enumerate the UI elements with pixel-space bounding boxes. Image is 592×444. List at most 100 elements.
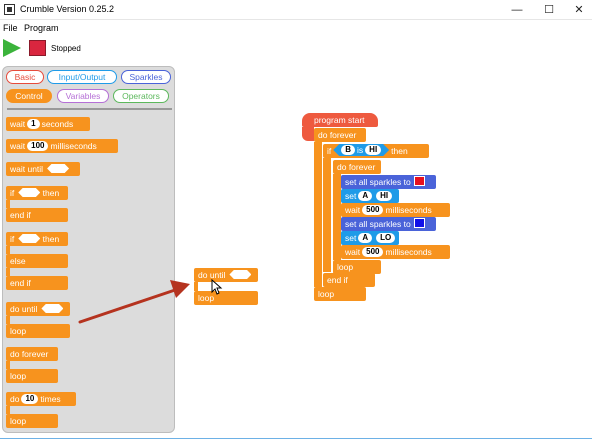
- block-arm: [314, 142, 322, 287]
- menu-program[interactable]: Program: [24, 23, 59, 33]
- do-forever-block[interactable]: do forever: [6, 347, 58, 361]
- wait-milliseconds-block[interactable]: wait 500 milliseconds: [341, 245, 450, 259]
- program-start-block[interactable]: program start: [302, 113, 378, 127]
- value-input[interactable]: LO: [376, 233, 396, 243]
- block-label: milliseconds: [50, 141, 97, 151]
- title-bar: Crumble Version 0.25.2 — ☐ ✕: [0, 0, 592, 20]
- else-block[interactable]: else: [6, 254, 68, 268]
- dragged-do-until-block[interactable]: do until: [194, 268, 258, 282]
- value-input[interactable]: HI: [365, 145, 381, 155]
- block-label: milliseconds: [385, 205, 432, 215]
- condition-slot[interactable]: [41, 304, 64, 313]
- loop-block[interactable]: loop: [314, 287, 366, 301]
- maximize-button[interactable]: ☐: [534, 0, 564, 20]
- condition-slot[interactable]: [18, 234, 41, 243]
- wait-seconds-block[interactable]: wait 1 seconds: [6, 117, 90, 131]
- block-arm: [6, 316, 10, 324]
- block-label: wait: [10, 119, 26, 129]
- block-label: do forever: [10, 349, 49, 359]
- wait-value-input[interactable]: 1: [27, 119, 40, 129]
- set-sparkles-block[interactable]: set all sparkles to: [341, 175, 436, 189]
- block-label: wait until: [10, 164, 44, 174]
- block-label: set all sparkles to: [345, 219, 411, 229]
- loop-block[interactable]: loop: [6, 324, 70, 338]
- condition-slot[interactable]: [47, 164, 70, 173]
- block-label: loop: [337, 262, 354, 272]
- bottom-edge: [0, 438, 592, 444]
- do-times-block[interactable]: do 10 times: [6, 392, 76, 406]
- block-label: if: [10, 234, 15, 244]
- condition-slot[interactable]: [229, 270, 252, 279]
- block-label: wait: [345, 205, 361, 215]
- loop-block[interactable]: loop: [333, 260, 381, 274]
- block-label: do until: [10, 304, 38, 314]
- dragged-loop-block[interactable]: loop: [194, 291, 258, 305]
- window-title: Crumble Version 0.25.2: [20, 4, 115, 14]
- wait-milliseconds-block[interactable]: wait 500 milliseconds: [341, 203, 450, 217]
- stop-icon[interactable]: [29, 40, 46, 56]
- category-basic[interactable]: Basic: [6, 70, 44, 84]
- set-variable-block[interactable]: set A HI: [341, 189, 399, 203]
- block-label: do: [10, 394, 20, 404]
- toolbar: Stopped: [0, 35, 592, 63]
- block-arm: [6, 246, 10, 254]
- block-label: set all sparkles to: [345, 177, 411, 187]
- menu-file[interactable]: File: [3, 23, 18, 33]
- if-block[interactable]: if Bis HI then: [323, 144, 429, 158]
- do-forever-block[interactable]: do forever: [333, 160, 381, 174]
- block-label: end if: [10, 210, 31, 220]
- category-control[interactable]: Control: [6, 89, 52, 103]
- value-input[interactable]: HI: [376, 191, 393, 201]
- block-arm: [6, 406, 10, 414]
- category-operators[interactable]: Operators: [113, 89, 169, 103]
- block-arm: [6, 361, 10, 369]
- times-value-input[interactable]: 10: [21, 394, 39, 404]
- condition-block[interactable]: Bis HI: [333, 144, 389, 156]
- category-variables[interactable]: Variables: [57, 89, 109, 103]
- end-if-block[interactable]: end if: [323, 273, 375, 287]
- loop-block[interactable]: loop: [6, 414, 58, 428]
- block-label: set: [345, 233, 357, 243]
- do-forever-block[interactable]: do forever: [314, 128, 366, 142]
- block-label: do until: [198, 270, 226, 280]
- do-until-block[interactable]: do until: [6, 302, 70, 316]
- run-status: Stopped: [51, 44, 81, 53]
- wait-ms-value-input[interactable]: 100: [27, 141, 49, 151]
- block-label: then: [42, 188, 60, 198]
- block-arm: [302, 127, 314, 141]
- block-label: then: [42, 234, 60, 244]
- block-label: end if: [10, 278, 31, 288]
- block-label: if: [10, 188, 15, 198]
- category-sparkles[interactable]: Sparkles: [121, 70, 171, 84]
- play-icon[interactable]: [3, 39, 21, 57]
- color-swatch[interactable]: [413, 218, 425, 228]
- wait-value-input[interactable]: 500: [362, 205, 384, 215]
- block-label: wait: [10, 141, 26, 151]
- block-label: loop: [10, 326, 27, 336]
- block-palette: Basic Input/Output Sparkles Control Vari…: [2, 66, 175, 433]
- block-label: seconds: [41, 119, 74, 129]
- block-label: end if: [327, 275, 348, 285]
- menu-bar: File Program: [0, 20, 592, 35]
- if-else-block[interactable]: if then: [6, 232, 68, 246]
- sensor-input[interactable]: B: [341, 145, 355, 155]
- end-if-block[interactable]: end if: [6, 208, 68, 222]
- if-then-block[interactable]: if then: [6, 186, 68, 200]
- end-if-block[interactable]: end if: [6, 276, 68, 290]
- wait-milliseconds-block[interactable]: wait 100 milliseconds: [6, 139, 118, 153]
- condition-slot[interactable]: [18, 188, 41, 197]
- minimize-button[interactable]: —: [502, 0, 532, 20]
- close-button[interactable]: ✕: [564, 0, 592, 20]
- block-arm: [6, 268, 10, 276]
- category-input-output[interactable]: Input/Output: [47, 70, 117, 84]
- set-sparkles-block[interactable]: set all sparkles to: [341, 217, 436, 231]
- loop-block[interactable]: loop: [6, 369, 58, 383]
- variable-input[interactable]: A: [358, 233, 373, 243]
- set-variable-block[interactable]: set A LO: [341, 231, 399, 245]
- wait-value-input[interactable]: 500: [362, 247, 384, 257]
- variable-input[interactable]: A: [358, 191, 373, 201]
- app-icon: [4, 4, 15, 15]
- block-label: times: [40, 394, 61, 404]
- color-swatch[interactable]: [413, 176, 425, 186]
- wait-until-block[interactable]: wait until: [6, 162, 80, 176]
